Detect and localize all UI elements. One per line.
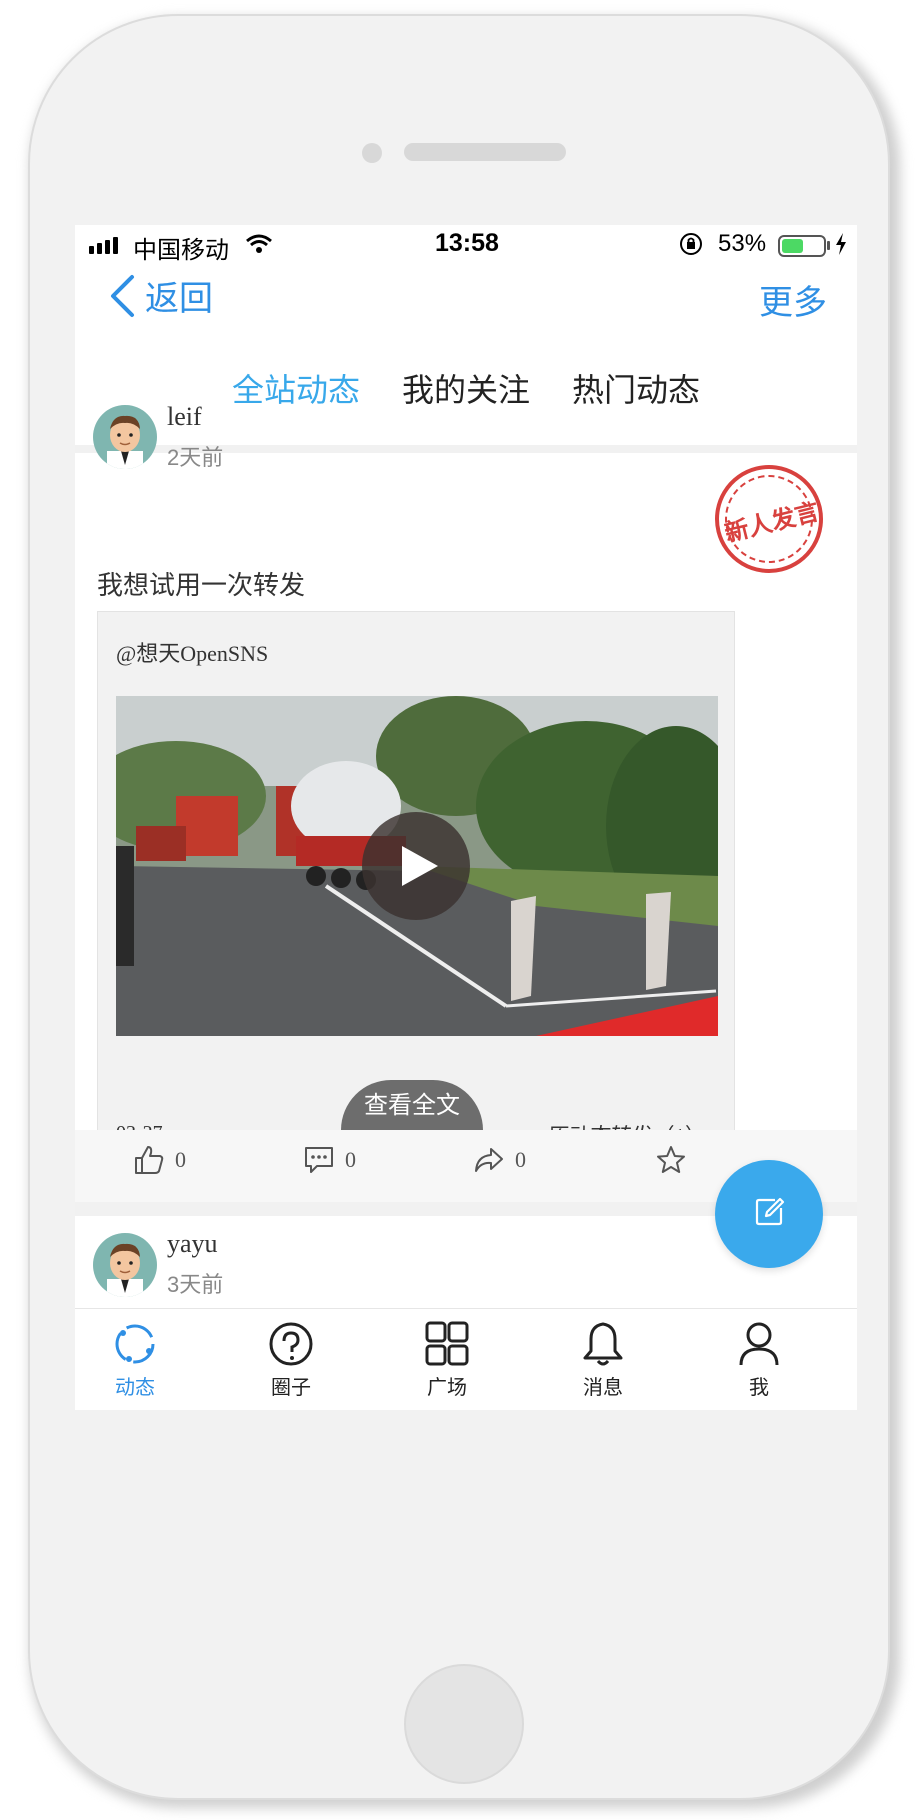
charging-bolt-icon bbox=[835, 233, 847, 262]
edit-icon bbox=[755, 1197, 785, 1226]
avatar[interactable] bbox=[93, 405, 157, 469]
compose-button[interactable] bbox=[715, 1160, 823, 1268]
play-button[interactable] bbox=[362, 812, 470, 920]
nav-label: 广场 bbox=[427, 1377, 467, 1399]
star-icon bbox=[657, 1146, 685, 1173]
post-time: 2天前 bbox=[167, 445, 224, 470]
carrier-name: 中国移动 bbox=[133, 237, 229, 264]
more-button[interactable]: 更多 bbox=[759, 275, 827, 324]
nav-label: 消息 bbox=[583, 1377, 623, 1399]
share-button[interactable]: 0 bbox=[473, 1144, 526, 1176]
bottom-nav: 动态 圈子 广场 消息 我 bbox=[75, 1308, 857, 1410]
post-time: 3天前 bbox=[167, 1272, 224, 1297]
post-text: 我想试用一次转发 bbox=[97, 570, 306, 600]
nav-label: 圈子 bbox=[271, 1377, 311, 1399]
share-count: 0 bbox=[515, 1147, 526, 1172]
front-camera bbox=[362, 143, 382, 163]
nav-label: 我 bbox=[749, 1377, 769, 1399]
tab-following[interactable]: 我的关注 bbox=[402, 365, 530, 425]
post-username[interactable]: leif bbox=[167, 402, 202, 432]
nav-item-circles[interactable]: 圈子 bbox=[231, 1309, 351, 1409]
clock: 13:58 bbox=[435, 229, 499, 257]
nav-label: 动态 bbox=[115, 1377, 155, 1399]
back-label: 返回 bbox=[145, 280, 213, 318]
post-username[interactable]: yayu bbox=[167, 1229, 218, 1259]
rotation-lock-icon bbox=[679, 232, 703, 263]
avatar[interactable] bbox=[93, 1233, 157, 1297]
battery-level-fill bbox=[782, 239, 803, 253]
home-button[interactable] bbox=[404, 1664, 524, 1784]
signal-icon bbox=[89, 237, 118, 254]
bell-icon bbox=[583, 1322, 623, 1366]
user-icon bbox=[739, 1322, 779, 1366]
thumbs-up-icon bbox=[135, 1146, 164, 1174]
like-count: 0 bbox=[175, 1147, 186, 1172]
comment-button[interactable]: 0 bbox=[303, 1144, 356, 1176]
comment-count: 0 bbox=[345, 1147, 356, 1172]
chevron-left-icon bbox=[111, 274, 134, 317]
back-button[interactable]: 返回 bbox=[109, 271, 213, 320]
nav-item-me[interactable]: 我 bbox=[699, 1309, 819, 1409]
nav-item-messages[interactable]: 消息 bbox=[543, 1309, 663, 1409]
wifi-icon bbox=[246, 233, 272, 261]
nav-bar: 返回 更多 bbox=[75, 265, 857, 345]
repost-author[interactable]: @想天OpenSNS bbox=[116, 636, 268, 668]
battery-icon bbox=[778, 235, 826, 257]
nav-item-activity[interactable]: 动态 bbox=[75, 1309, 195, 1409]
battery-cap bbox=[827, 241, 830, 250]
battery-percent: 53% bbox=[718, 230, 767, 257]
favorite-button[interactable] bbox=[655, 1144, 687, 1176]
grid-icon bbox=[425, 1321, 469, 1366]
phone-screen: 中国移动 13:58 53% 返回 更多 全站动态 我的关注 热门动态 leif… bbox=[75, 225, 857, 1620]
question-circle-icon bbox=[269, 1322, 313, 1366]
status-bar: 中国移动 13:58 53% bbox=[75, 225, 857, 265]
share-arrow-icon bbox=[475, 1148, 503, 1172]
comment-icon bbox=[305, 1147, 333, 1173]
video-thumbnail[interactable] bbox=[116, 696, 718, 1036]
tab-all-activity[interactable]: 全站动态 bbox=[232, 365, 360, 425]
refresh-icon bbox=[115, 1324, 155, 1364]
tab-hot[interactable]: 热门动态 bbox=[572, 365, 700, 425]
like-button[interactable]: 0 bbox=[133, 1144, 186, 1176]
new-user-stamp: 新人发言 bbox=[703, 453, 835, 585]
bezel-area bbox=[75, 1410, 857, 1620]
nav-item-plaza[interactable]: 广场 bbox=[387, 1309, 507, 1409]
play-icon bbox=[402, 846, 438, 886]
earpiece-speaker bbox=[404, 143, 566, 161]
